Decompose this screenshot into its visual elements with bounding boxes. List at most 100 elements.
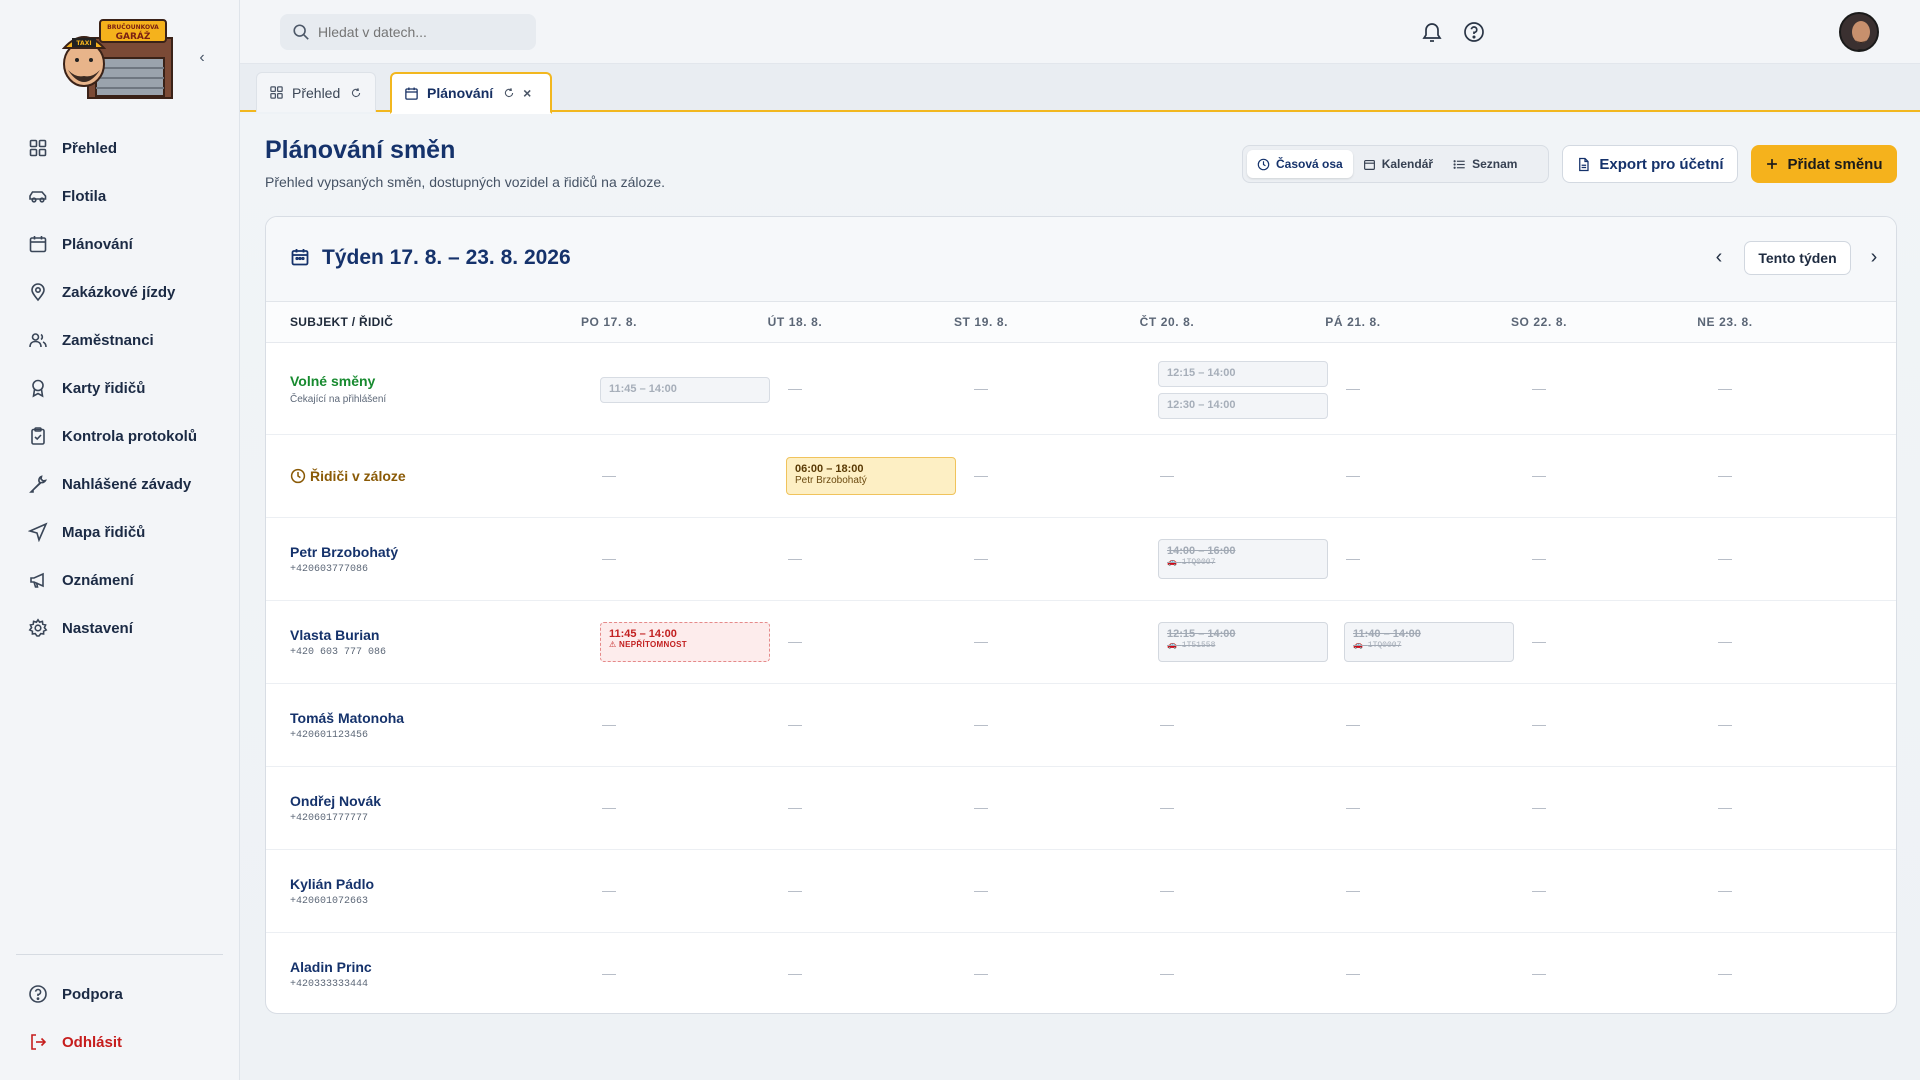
empty-cell: — <box>974 882 988 898</box>
empty-cell: — <box>602 965 616 981</box>
map-pin-icon <box>31 283 45 302</box>
view-timeline-button[interactable]: Časová osa <box>1247 150 1353 178</box>
row-name: Vlasta Burian <box>290 627 380 643</box>
view-calendar-button[interactable]: Kalendář <box>1353 150 1443 178</box>
prev-week-chevron-left-icon[interactable]: ‹ <box>1706 245 1732 271</box>
sidebar-item-kontrola-protokolu[interactable]: Kontrola protokolů <box>16 412 226 460</box>
sidebar-item-flotila[interactable]: Flotila <box>16 172 226 220</box>
sidebar-item-label: Mapa řidičů <box>62 523 146 541</box>
tab-prehled[interactable]: Přehled <box>256 72 376 112</box>
badge-icon <box>32 379 44 398</box>
file-icon <box>1579 157 1590 171</box>
sidebar-item-label: Oznámení <box>62 571 134 589</box>
sidebar-item-podpora[interactable]: Podpora <box>16 970 226 1018</box>
row-phone: +420333333444 <box>290 979 369 990</box>
empty-cell: — <box>974 716 988 732</box>
sidebar-item-label: Nahlášené závady <box>62 475 192 493</box>
next-week-chevron-right-icon[interactable]: › <box>1861 245 1887 271</box>
empty-cell: — <box>788 380 802 396</box>
sidebar-item-label: Odhlásit <box>62 1033 123 1051</box>
view-list-button[interactable]: Seznam <box>1443 150 1527 178</box>
search-box[interactable] <box>280 14 536 50</box>
empty-cell: — <box>602 550 616 566</box>
empty-cell: — <box>1532 965 1546 981</box>
refresh-icon[interactable] <box>503 87 515 99</box>
empty-cell: — <box>1160 799 1174 815</box>
user-avatar[interactable] <box>1839 12 1879 52</box>
shift-car: 1T51558 <box>1181 641 1216 650</box>
empty-cell: — <box>788 965 802 981</box>
empty-cell: — <box>1532 799 1546 815</box>
row-name: Tomáš Matonoha <box>290 710 405 726</box>
refresh-icon[interactable] <box>350 87 362 99</box>
sidebar-item-prehled[interactable]: Přehled <box>16 124 226 172</box>
empty-cell: — <box>788 716 802 732</box>
past-shift[interactable]: 12:15 – 14:00 🚗 1T51558 <box>1158 622 1328 662</box>
clipboard-check-icon <box>31 427 45 445</box>
sidebar-item-mapa-ridicu[interactable]: Mapa řidičů <box>16 508 226 556</box>
empty-cell: — <box>602 716 616 732</box>
day-header: PÁ 21. 8. <box>1325 315 1381 329</box>
car-icon: 🚗 <box>1167 641 1177 650</box>
sidebar-item-label: Kontrola protokolů <box>62 427 197 445</box>
navigation-icon <box>28 522 48 542</box>
bell-icon[interactable] <box>1420 20 1444 44</box>
sidebar-item-karty-ridicu[interactable]: Karty řidičů <box>16 364 226 412</box>
schedule-card: Týden 17. 8. – 23. 8. 2026 ‹ Tento týden… <box>265 216 1897 1014</box>
close-tab-icon[interactable]: × <box>523 85 531 101</box>
empty-cell: — <box>1346 380 1360 396</box>
this-week-button[interactable]: Tento týden <box>1744 241 1851 275</box>
page-title: Plánování směn <box>265 136 456 164</box>
warning-icon: ⚠ <box>609 640 617 649</box>
help-circle-icon[interactable] <box>1462 20 1486 44</box>
sidebar-item-oznameni[interactable]: Oznámení <box>16 556 226 604</box>
export-button[interactable]: Export pro účetní <box>1562 145 1738 183</box>
open-shift[interactable]: 12:30 – 14:00 <box>1158 393 1328 419</box>
sidebar-item-label: Nastavení <box>62 619 133 637</box>
week-title: Týden 17. 8. – 23. 8. 2026 <box>322 246 571 269</box>
empty-cell: — <box>1346 799 1360 815</box>
tab-planovani[interactable]: Plánování × <box>390 72 552 114</box>
calendar-icon <box>405 87 418 100</box>
logo-text-2: GARÁŽ <box>116 30 151 42</box>
empty-cell: — <box>1718 965 1732 981</box>
row-name: Kylián Pádlo <box>290 876 375 892</box>
calendar-icon <box>291 249 309 266</box>
calendar-icon <box>1363 159 1375 170</box>
page-subtitle: Přehled vypsaných směn, dostupných vozid… <box>265 174 665 190</box>
car-icon <box>29 191 47 203</box>
sidebar-item-odhlasit[interactable]: Odhlásit <box>16 1018 226 1066</box>
empty-cell: — <box>974 799 988 815</box>
calendar-icon <box>29 236 47 253</box>
empty-cell: — <box>1532 716 1546 732</box>
brand-logo[interactable]: BRUČOUNKOVA GARÁŽ TAXI <box>61 18 174 100</box>
sidebar-item-zakazkove-jizdy[interactable]: Zakázkové jízdy <box>16 268 226 316</box>
sidebar-item-nahlasene-zavady[interactable]: Nahlášené závady <box>16 460 226 508</box>
add-shift-button[interactable]: Přidat směnu <box>1751 145 1897 183</box>
empty-cell: — <box>788 633 802 649</box>
table-row: Volné směny Čekající na přihlášení 11:45… <box>266 344 1896 435</box>
empty-cell: — <box>1346 716 1360 732</box>
plus-icon <box>1767 159 1778 169</box>
tab-bar: Přehled Plánování × <box>240 64 1920 114</box>
clock-icon <box>1257 158 1270 170</box>
empty-cell: — <box>1160 965 1174 981</box>
day-header: SO 22. 8. <box>1510 315 1568 329</box>
view-label: Seznam <box>1472 157 1518 171</box>
empty-cell: — <box>1160 882 1174 898</box>
table-row: Aladin Princ +420333333444 — — — — — — — <box>266 933 1896 1013</box>
view-switch: Časová osa Kalendář Seznam <box>1242 145 1549 183</box>
sidebar-item-zamestnanci[interactable]: Zaměstnanci <box>16 316 226 364</box>
collapse-sidebar-chevron-left-icon[interactable]: ‹ <box>192 48 212 68</box>
day-header: PO 17. 8. <box>580 315 638 329</box>
sidebar-item-nastaveni[interactable]: Nastavení <box>16 604 226 652</box>
sidebar-item-planovani[interactable]: Plánování <box>16 220 226 268</box>
car-icon: 🚗 <box>1353 641 1363 650</box>
grid-icon <box>29 139 47 157</box>
sidebar-item-label: Podpora <box>62 985 123 1003</box>
empty-cell: — <box>788 882 802 898</box>
empty-cell: — <box>1718 380 1732 396</box>
search-input[interactable] <box>318 24 518 40</box>
table-row: Kylián Pádlo +420601072663 — — — — — — — <box>266 850 1896 933</box>
empty-cell: — <box>602 799 616 815</box>
